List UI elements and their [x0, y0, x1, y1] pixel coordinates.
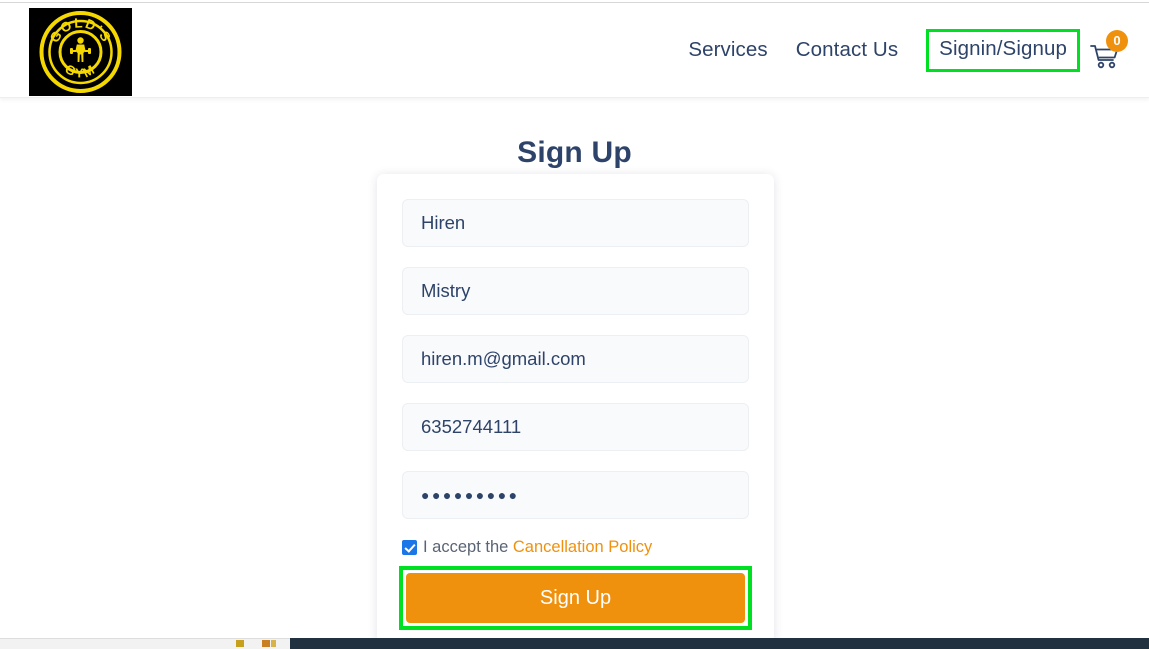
cart-count-badge: 0 — [1106, 29, 1128, 52]
golds-gym-logo[interactable]: GOLD'S GYM — [29, 8, 132, 96]
cancellation-policy-link[interactable]: Cancellation Policy — [513, 538, 652, 556]
cart-button[interactable]: 0 — [1090, 29, 1132, 72]
signup-submit-button[interactable]: Sign Up — [406, 573, 745, 623]
first-name-input[interactable] — [402, 199, 749, 247]
nav-services[interactable]: Services — [687, 38, 768, 63]
nav-signin-signup[interactable]: Signin/Signup — [926, 29, 1080, 72]
password-input[interactable] — [402, 471, 749, 519]
footer-dark-strip — [290, 638, 1149, 649]
phone-input[interactable] — [402, 403, 749, 451]
page-title: Sign Up — [517, 136, 632, 170]
accept-policy-checkbox[interactable] — [402, 540, 417, 555]
signup-card: I accept the Cancellation Policy Sign Up — [377, 174, 774, 644]
golds-gym-logo-graphic: GOLD'S GYM — [29, 8, 132, 96]
site-header: GOLD'S GYM Services Contact Us Signin/Si… — [0, 3, 1149, 98]
footer-decoration-mark — [271, 640, 276, 647]
signup-button-highlight: Sign Up — [399, 566, 752, 630]
last-name-input[interactable] — [402, 267, 749, 315]
accept-policy-row: I accept the Cancellation Policy — [377, 538, 749, 557]
accept-policy-label: I accept the Cancellation Policy — [423, 538, 652, 557]
footer-left-peek — [0, 638, 290, 649]
accept-policy-prefix: I accept the — [423, 538, 513, 556]
footer-decoration-mark — [236, 640, 244, 647]
main-navigation: Services Contact Us Signin/Signup 0 — [687, 3, 1149, 98]
email-input[interactable] — [402, 335, 749, 383]
nav-contact-us[interactable]: Contact Us — [795, 38, 899, 63]
footer-decoration-mark — [262, 640, 270, 647]
